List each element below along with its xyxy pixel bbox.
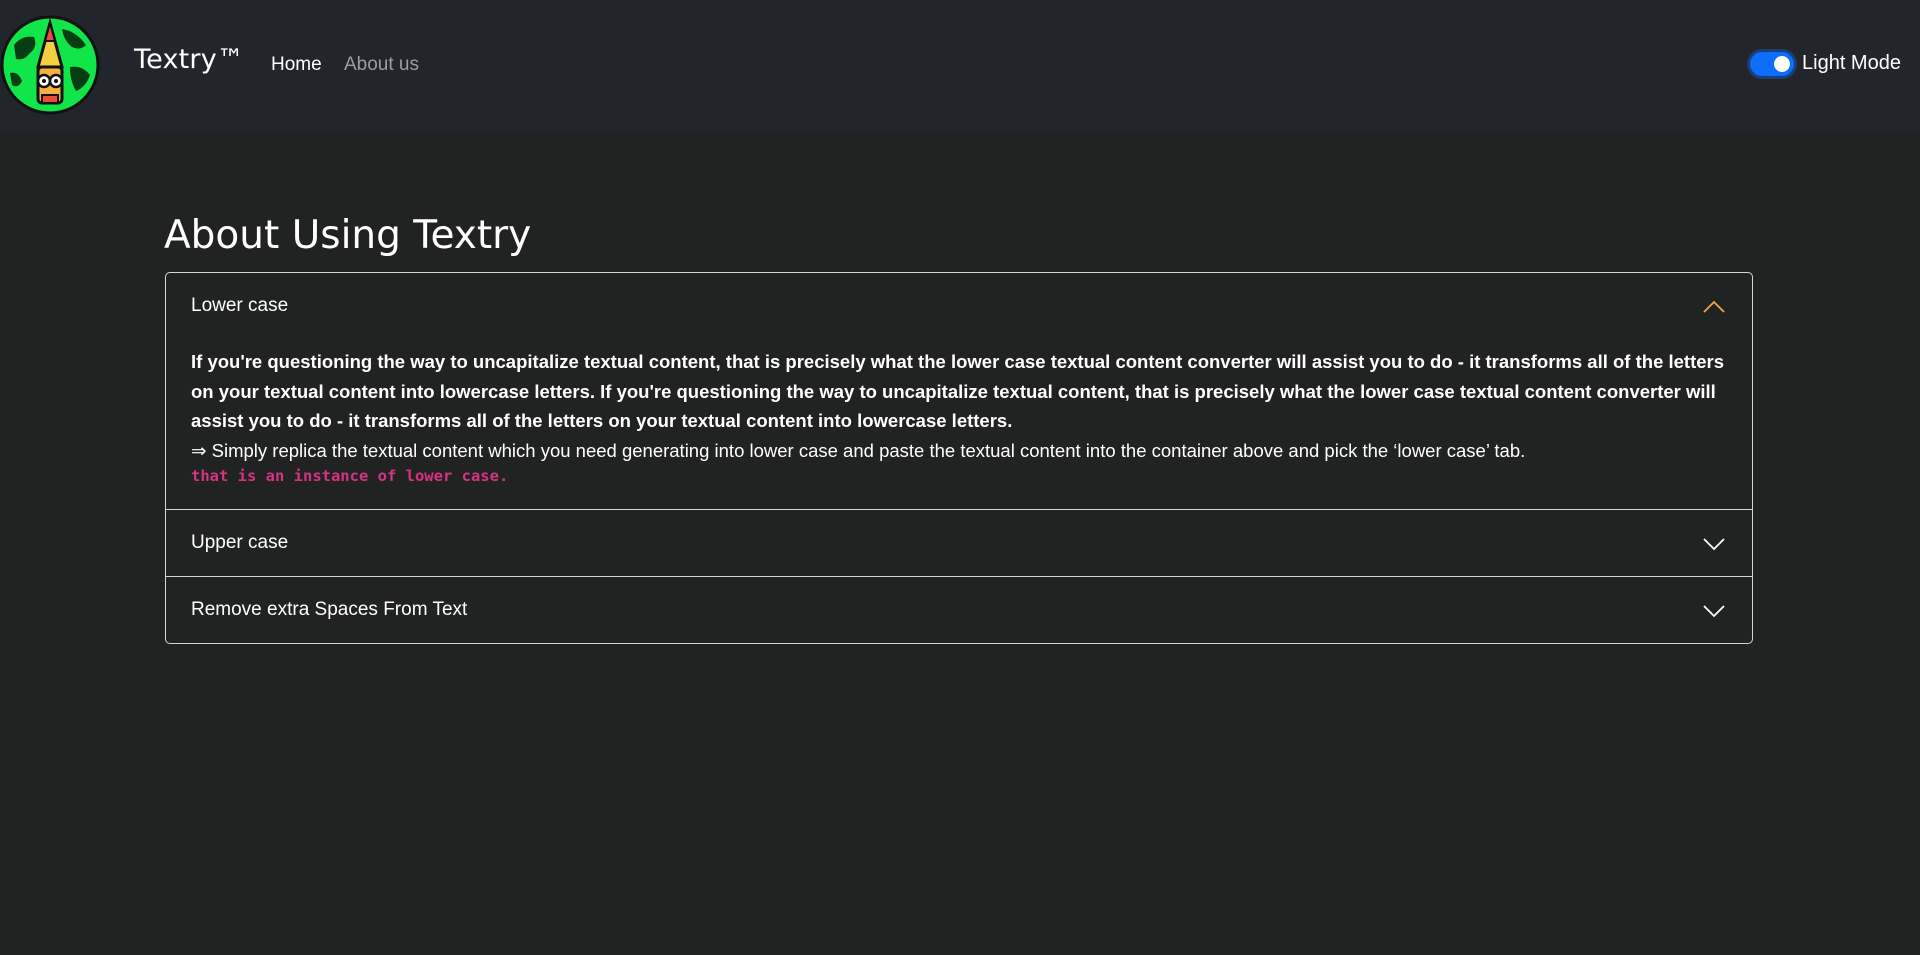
accordion-title: Upper case [191, 532, 289, 553]
accordion: Lower case If you're questioning the way… [165, 272, 1753, 644]
chevron-up-icon[interactable] [1702, 295, 1726, 319]
page-title: About Using Textry [164, 213, 532, 258]
lower-case-example: that is an instance of lower case. [191, 467, 509, 485]
accordion-header-upper-case[interactable]: Upper case [166, 510, 1752, 576]
accordion-item-remove-spaces: Remove extra Spaces From Text [166, 577, 1752, 643]
accordion-header-remove-spaces[interactable]: Remove extra Spaces From Text [166, 577, 1752, 643]
chevron-down-icon[interactable] [1702, 532, 1726, 556]
accordion-item-upper-case: Upper case [166, 510, 1752, 577]
accordion-title: Remove extra Spaces From Text [191, 599, 468, 620]
accordion-item-lower-case: Lower case If you're questioning the way… [166, 273, 1752, 510]
chevron-down-icon[interactable] [1702, 599, 1726, 623]
brand-name[interactable]: Textry™ [134, 44, 244, 75]
light-mode-label[interactable]: Light Mode [1802, 52, 1901, 75]
nav-link-home[interactable]: Home [271, 54, 322, 76]
accordion-body-text: If you're questioning the way to uncapit… [191, 351, 1725, 431]
toggle-knob [1774, 56, 1790, 72]
accordion-header-lower-case[interactable]: Lower case [166, 273, 1752, 339]
accordion-tip-text: ⇒ Simply replica the textual content whi… [191, 439, 1526, 461]
accordion-body-lower-case: If you're questioning the way to uncapit… [166, 339, 1752, 509]
accordion-title: Lower case [191, 295, 289, 316]
globe-pencil-logo[interactable] [0, 15, 100, 115]
nav-link-about-us[interactable]: About us [344, 54, 419, 76]
light-mode-toggle[interactable] [1750, 52, 1794, 76]
navbar: Textry™ Home About us Light Mode [0, 0, 1920, 132]
